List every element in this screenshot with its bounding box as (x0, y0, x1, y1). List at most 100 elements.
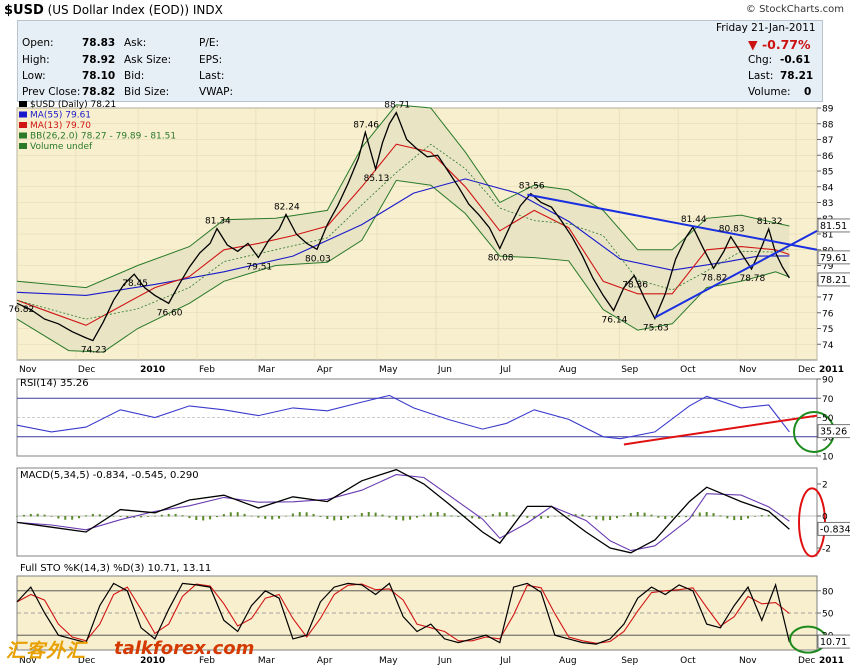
macd-title: MACD(5,34,5) -0.834, -0.545, 0.290 (20, 470, 199, 481)
bottom-month-label: May (379, 656, 398, 666)
macd-histogram-bar (698, 512, 701, 517)
rsi-axis-tick-label: 50 (822, 414, 834, 424)
macd-histogram-bar (553, 515, 556, 517)
ma55-value-label: 79.61 (820, 253, 847, 264)
month-label: Feb (199, 365, 215, 375)
bottom-month-label: Aug (559, 656, 577, 666)
prev-close-label: Prev Close: (22, 86, 81, 98)
price-annotation: 78.36 (622, 281, 648, 291)
price-annotation: 82.24 (274, 202, 300, 212)
price-annotation: 81.32 (757, 217, 783, 227)
bottom-month-label: Oct (680, 656, 696, 666)
price-axis-tick-label: 89 (822, 105, 834, 115)
macd-histogram-bar (367, 512, 370, 517)
quote-date: Friday 21-Jan-2011 (716, 22, 816, 34)
price-axis-tick-label: 74 (822, 341, 834, 351)
macd-histogram-bar (278, 516, 281, 519)
macd-histogram-bar (540, 516, 543, 519)
bottom-month-label: Jun (437, 656, 452, 666)
macd-histogram-bar (671, 516, 674, 518)
price-annotation: 76.60 (157, 308, 183, 318)
rsi-axis-tick-label: 10 (822, 453, 834, 463)
macd-histogram-bar (616, 516, 618, 519)
price-annotation: 87.46 (353, 120, 379, 130)
vwap-label: VWAP: (199, 86, 234, 98)
volume-label: Volume: (748, 86, 791, 98)
macd-histogram-bar (333, 516, 336, 521)
macd-histogram-bar (78, 516, 81, 519)
macd-histogram-bar (319, 516, 322, 517)
macd-histogram-bar (436, 512, 439, 517)
price-annotation: 80.83 (719, 225, 745, 235)
macd-histogram-bar (181, 515, 184, 517)
macd-histogram-bar (229, 512, 232, 517)
macd-histogram-bar (595, 516, 598, 520)
pct-change: ▼ -0.77% (748, 37, 811, 52)
macd-histogram-bar (450, 515, 453, 517)
ask-size-label: Ask Size: (124, 54, 172, 66)
high-value: 78.92 (82, 54, 116, 66)
symbol: $USD (4, 3, 44, 18)
legend-swatch (19, 111, 27, 118)
macd-histogram-bar (167, 513, 170, 517)
macd-histogram-bar (622, 515, 625, 517)
price-annotation: 81.44 (681, 215, 707, 225)
macd-histogram-bar (188, 516, 191, 519)
price-axis-tick-label: 76 (822, 309, 834, 319)
price-annotation: 78.78 (739, 274, 765, 284)
macd-histogram-bar (284, 515, 287, 517)
watermark-logo: 汇客外汇 (6, 640, 87, 662)
macd-histogram-bar (22, 514, 25, 517)
macd-histogram-bar (264, 516, 267, 519)
stochastic-value-label: 10.71 (820, 637, 847, 648)
low-label: Low: (22, 70, 46, 82)
macd-histogram-bar (257, 516, 260, 518)
month-label: Apr (317, 365, 333, 375)
macd-histogram-bar (36, 513, 39, 517)
eps-label: EPS: (199, 54, 223, 66)
macd-histogram-bar (57, 516, 60, 519)
macd-panel (16, 467, 818, 557)
macd-histogram-bar (484, 516, 487, 517)
bid-size-label: Bid Size: (124, 86, 170, 98)
macd-histogram-bar (243, 513, 246, 517)
legend-swatch (19, 101, 27, 107)
macd-histogram-bar (719, 515, 722, 517)
legend-swatch (19, 132, 27, 139)
macd-histogram-bar (305, 512, 308, 517)
macd-histogram-bar (705, 512, 708, 517)
last-price-value-label: 78.21 (820, 275, 847, 286)
legend-swatch (19, 143, 27, 149)
last-label: Last: (199, 70, 225, 82)
macd-histogram-bar (498, 512, 501, 517)
macd-histogram-bar (767, 514, 770, 517)
rsi-title: RSI(14) 35.26 (20, 378, 89, 389)
macd-histogram-bar (643, 512, 646, 517)
legend-item: $USD (Daily) 78.21 (30, 100, 116, 110)
last2-value: 78.21 (780, 70, 814, 82)
macd-histogram-bar (360, 513, 363, 517)
rsi-value-label: 35.26 (820, 427, 847, 438)
exchange: INDX (192, 3, 223, 17)
macd-histogram-bar (112, 515, 115, 517)
macd-histogram-bar (567, 515, 570, 517)
price-annotation: 83.56 (519, 182, 545, 192)
macd-histogram-bar (216, 516, 218, 518)
price-annotation: 74.23 (81, 346, 107, 356)
macd-histogram-bar (347, 516, 350, 519)
month-label: Nov (739, 365, 757, 375)
price-annotation: 79.51 (246, 262, 272, 272)
high-label: High: (22, 54, 50, 66)
price-axis-tick-label: 86 (822, 152, 834, 162)
volume-value: 0 (804, 86, 812, 98)
bottom-month-label: Sep (621, 656, 638, 666)
macd-histogram-bar (160, 514, 163, 517)
chart-canvas: 76.82 74.23 78.45 76.60 81.34 79.51 82.24 80.03… (8, 100, 850, 666)
price-axis-tick-label: 84 (822, 183, 834, 193)
price-annotation: 85.13 (364, 174, 390, 184)
macd-histogram-bar (50, 516, 53, 517)
macd-histogram-bar (629, 512, 632, 517)
macd-histogram-bar (140, 516, 143, 518)
macd-histogram-bar (712, 513, 715, 517)
macd-histogram-bar (684, 516, 687, 518)
